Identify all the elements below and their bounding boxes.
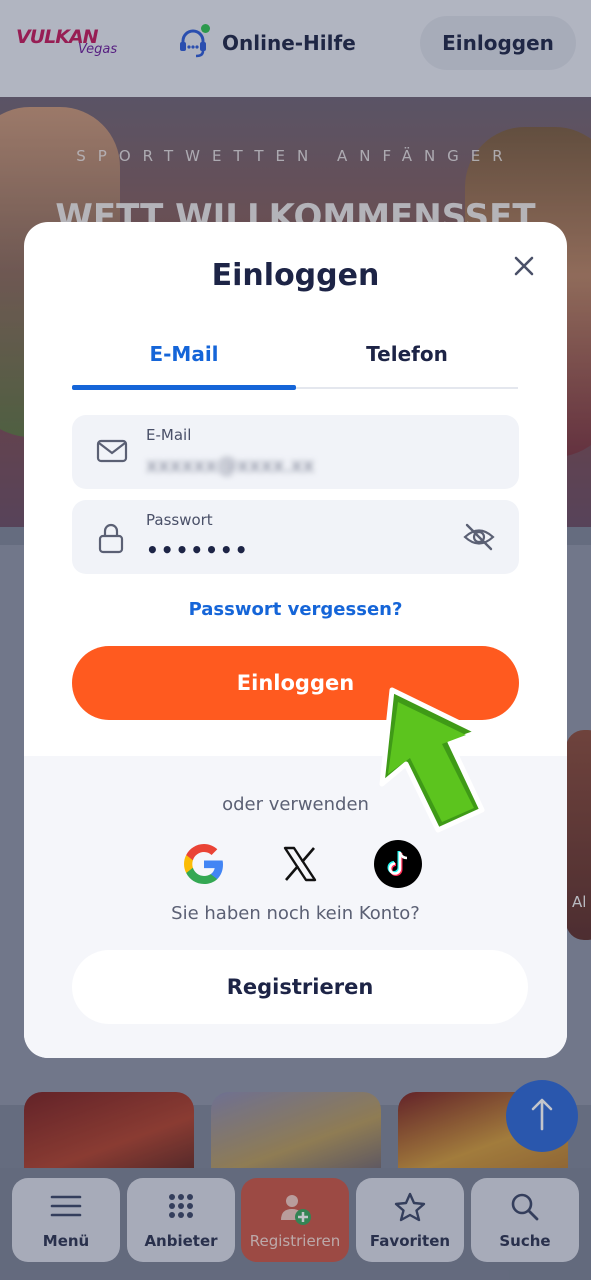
register-button[interactable]: Registrieren [72,950,528,1024]
modal-title: Einloggen [211,258,380,293]
tab-phone[interactable]: Telefon [295,342,519,366]
password-field[interactable]: Passwort ••••••• [72,500,519,574]
active-tab-indicator [72,385,296,390]
login-modal: Einloggen E-Mail Telefon E-Mail xxxxxx@x… [24,222,567,1058]
mail-icon [96,437,128,469]
email-field-value: xxxxxx@xxxx.xx [146,453,315,477]
email-field[interactable]: E-Mail xxxxxx@xxxx.xx [72,415,519,489]
password-field-value: ••••••• [146,538,250,562]
password-field-label: Passwort [146,511,213,529]
x-icon[interactable] [276,840,324,888]
google-icon[interactable] [180,840,228,888]
email-field-label: E-Mail [146,426,192,444]
green-pointer-arrow-icon [379,687,485,833]
lock-icon [96,522,126,558]
forgot-password-link[interactable]: Passwort vergessen? [24,599,567,620]
tab-email[interactable]: E-Mail [72,342,296,366]
no-account-text: Sie haben noch kein Konto? [171,903,420,924]
eye-off-icon[interactable] [462,522,496,556]
